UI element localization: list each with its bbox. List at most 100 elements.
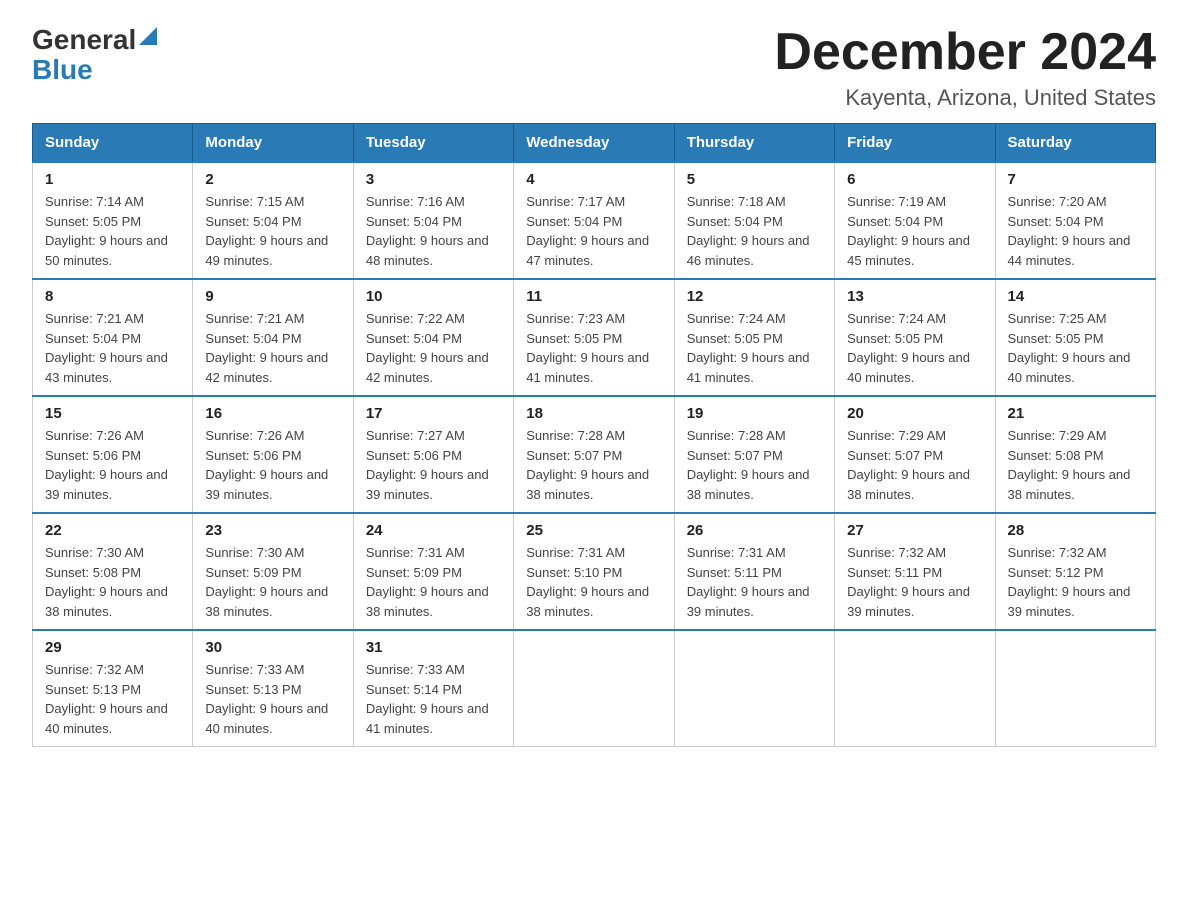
- day-info: Sunrise: 7:17 AMSunset: 5:04 PMDaylight:…: [526, 194, 649, 268]
- day-info: Sunrise: 7:18 AMSunset: 5:04 PMDaylight:…: [687, 194, 810, 268]
- table-row: 16 Sunrise: 7:26 AMSunset: 5:06 PMDaylig…: [193, 396, 353, 513]
- day-info: Sunrise: 7:31 AMSunset: 5:11 PMDaylight:…: [687, 545, 810, 619]
- table-row: 22 Sunrise: 7:30 AMSunset: 5:08 PMDaylig…: [33, 513, 193, 630]
- day-info: Sunrise: 7:24 AMSunset: 5:05 PMDaylight:…: [847, 311, 970, 385]
- table-row: 14 Sunrise: 7:25 AMSunset: 5:05 PMDaylig…: [995, 279, 1155, 396]
- table-row: 19 Sunrise: 7:28 AMSunset: 5:07 PMDaylig…: [674, 396, 834, 513]
- day-number: 7: [1008, 171, 1143, 188]
- table-row: 26 Sunrise: 7:31 AMSunset: 5:11 PMDaylig…: [674, 513, 834, 630]
- header-tuesday: Tuesday: [353, 124, 513, 163]
- day-info: Sunrise: 7:15 AMSunset: 5:04 PMDaylight:…: [205, 194, 328, 268]
- day-info: Sunrise: 7:23 AMSunset: 5:05 PMDaylight:…: [526, 311, 649, 385]
- day-number: 13: [847, 288, 982, 305]
- day-number: 23: [205, 522, 340, 539]
- header-sunday: Sunday: [33, 124, 193, 163]
- day-info: Sunrise: 7:33 AMSunset: 5:13 PMDaylight:…: [205, 662, 328, 736]
- table-row: 2 Sunrise: 7:15 AMSunset: 5:04 PMDayligh…: [193, 162, 353, 279]
- table-row: [514, 630, 674, 747]
- day-number: 15: [45, 405, 180, 422]
- day-number: 12: [687, 288, 822, 305]
- main-title: December 2024: [774, 24, 1156, 81]
- table-row: 18 Sunrise: 7:28 AMSunset: 5:07 PMDaylig…: [514, 396, 674, 513]
- calendar-table: Sunday Monday Tuesday Wednesday Thursday…: [32, 123, 1156, 747]
- table-row: 6 Sunrise: 7:19 AMSunset: 5:04 PMDayligh…: [835, 162, 995, 279]
- day-info: Sunrise: 7:28 AMSunset: 5:07 PMDaylight:…: [687, 428, 810, 502]
- table-row: 9 Sunrise: 7:21 AMSunset: 5:04 PMDayligh…: [193, 279, 353, 396]
- calendar-week-4: 22 Sunrise: 7:30 AMSunset: 5:08 PMDaylig…: [33, 513, 1156, 630]
- table-row: 1 Sunrise: 7:14 AMSunset: 5:05 PMDayligh…: [33, 162, 193, 279]
- table-row: 12 Sunrise: 7:24 AMSunset: 5:05 PMDaylig…: [674, 279, 834, 396]
- day-number: 11: [526, 288, 661, 305]
- table-row: 29 Sunrise: 7:32 AMSunset: 5:13 PMDaylig…: [33, 630, 193, 747]
- day-number: 10: [366, 288, 501, 305]
- day-info: Sunrise: 7:32 AMSunset: 5:12 PMDaylight:…: [1008, 545, 1131, 619]
- day-number: 6: [847, 171, 982, 188]
- day-info: Sunrise: 7:32 AMSunset: 5:13 PMDaylight:…: [45, 662, 168, 736]
- day-info: Sunrise: 7:26 AMSunset: 5:06 PMDaylight:…: [45, 428, 168, 502]
- logo: General Blue: [32, 24, 157, 84]
- day-number: 21: [1008, 405, 1143, 422]
- day-number: 14: [1008, 288, 1143, 305]
- day-number: 9: [205, 288, 340, 305]
- table-row: 30 Sunrise: 7:33 AMSunset: 5:13 PMDaylig…: [193, 630, 353, 747]
- logo-triangle-icon: [139, 27, 157, 50]
- day-number: 30: [205, 639, 340, 656]
- day-number: 8: [45, 288, 180, 305]
- table-row: 20 Sunrise: 7:29 AMSunset: 5:07 PMDaylig…: [835, 396, 995, 513]
- day-number: 24: [366, 522, 501, 539]
- day-info: Sunrise: 7:31 AMSunset: 5:09 PMDaylight:…: [366, 545, 489, 619]
- table-row: 23 Sunrise: 7:30 AMSunset: 5:09 PMDaylig…: [193, 513, 353, 630]
- day-number: 25: [526, 522, 661, 539]
- calendar-week-2: 8 Sunrise: 7:21 AMSunset: 5:04 PMDayligh…: [33, 279, 1156, 396]
- table-row: 21 Sunrise: 7:29 AMSunset: 5:08 PMDaylig…: [995, 396, 1155, 513]
- table-row: [674, 630, 834, 747]
- day-number: 28: [1008, 522, 1143, 539]
- table-row: 11 Sunrise: 7:23 AMSunset: 5:05 PMDaylig…: [514, 279, 674, 396]
- day-number: 1: [45, 171, 180, 188]
- calendar-week-3: 15 Sunrise: 7:26 AMSunset: 5:06 PMDaylig…: [33, 396, 1156, 513]
- table-row: 27 Sunrise: 7:32 AMSunset: 5:11 PMDaylig…: [835, 513, 995, 630]
- day-number: 18: [526, 405, 661, 422]
- header-thursday: Thursday: [674, 124, 834, 163]
- day-info: Sunrise: 7:21 AMSunset: 5:04 PMDaylight:…: [45, 311, 168, 385]
- day-number: 17: [366, 405, 501, 422]
- calendar-week-1: 1 Sunrise: 7:14 AMSunset: 5:05 PMDayligh…: [33, 162, 1156, 279]
- title-block: December 2024 Kayenta, Arizona, United S…: [774, 24, 1156, 111]
- table-row: 5 Sunrise: 7:18 AMSunset: 5:04 PMDayligh…: [674, 162, 834, 279]
- day-number: 20: [847, 405, 982, 422]
- day-number: 26: [687, 522, 822, 539]
- table-row: 7 Sunrise: 7:20 AMSunset: 5:04 PMDayligh…: [995, 162, 1155, 279]
- day-info: Sunrise: 7:19 AMSunset: 5:04 PMDaylight:…: [847, 194, 970, 268]
- day-info: Sunrise: 7:25 AMSunset: 5:05 PMDaylight:…: [1008, 311, 1131, 385]
- location-subtitle: Kayenta, Arizona, United States: [774, 85, 1156, 111]
- day-info: Sunrise: 7:28 AMSunset: 5:07 PMDaylight:…: [526, 428, 649, 502]
- day-info: Sunrise: 7:21 AMSunset: 5:04 PMDaylight:…: [205, 311, 328, 385]
- logo-line1: General: [32, 24, 157, 56]
- day-info: Sunrise: 7:16 AMSunset: 5:04 PMDaylight:…: [366, 194, 489, 268]
- day-number: 27: [847, 522, 982, 539]
- page-header: General Blue December 2024 Kayenta, Ariz…: [32, 24, 1156, 111]
- day-info: Sunrise: 7:30 AMSunset: 5:09 PMDaylight:…: [205, 545, 328, 619]
- day-info: Sunrise: 7:20 AMSunset: 5:04 PMDaylight:…: [1008, 194, 1131, 268]
- day-info: Sunrise: 7:29 AMSunset: 5:08 PMDaylight:…: [1008, 428, 1131, 502]
- table-row: 3 Sunrise: 7:16 AMSunset: 5:04 PMDayligh…: [353, 162, 513, 279]
- table-row: [995, 630, 1155, 747]
- calendar-header-row: Sunday Monday Tuesday Wednesday Thursday…: [33, 124, 1156, 163]
- day-info: Sunrise: 7:30 AMSunset: 5:08 PMDaylight:…: [45, 545, 168, 619]
- day-number: 29: [45, 639, 180, 656]
- logo-general-text: General: [32, 24, 136, 56]
- header-wednesday: Wednesday: [514, 124, 674, 163]
- header-monday: Monday: [193, 124, 353, 163]
- table-row: 13 Sunrise: 7:24 AMSunset: 5:05 PMDaylig…: [835, 279, 995, 396]
- day-number: 22: [45, 522, 180, 539]
- table-row: 15 Sunrise: 7:26 AMSunset: 5:06 PMDaylig…: [33, 396, 193, 513]
- day-number: 3: [366, 171, 501, 188]
- day-number: 19: [687, 405, 822, 422]
- table-row: 25 Sunrise: 7:31 AMSunset: 5:10 PMDaylig…: [514, 513, 674, 630]
- day-info: Sunrise: 7:33 AMSunset: 5:14 PMDaylight:…: [366, 662, 489, 736]
- table-row: 31 Sunrise: 7:33 AMSunset: 5:14 PMDaylig…: [353, 630, 513, 747]
- day-info: Sunrise: 7:24 AMSunset: 5:05 PMDaylight:…: [687, 311, 810, 385]
- table-row: 8 Sunrise: 7:21 AMSunset: 5:04 PMDayligh…: [33, 279, 193, 396]
- day-info: Sunrise: 7:29 AMSunset: 5:07 PMDaylight:…: [847, 428, 970, 502]
- day-info: Sunrise: 7:27 AMSunset: 5:06 PMDaylight:…: [366, 428, 489, 502]
